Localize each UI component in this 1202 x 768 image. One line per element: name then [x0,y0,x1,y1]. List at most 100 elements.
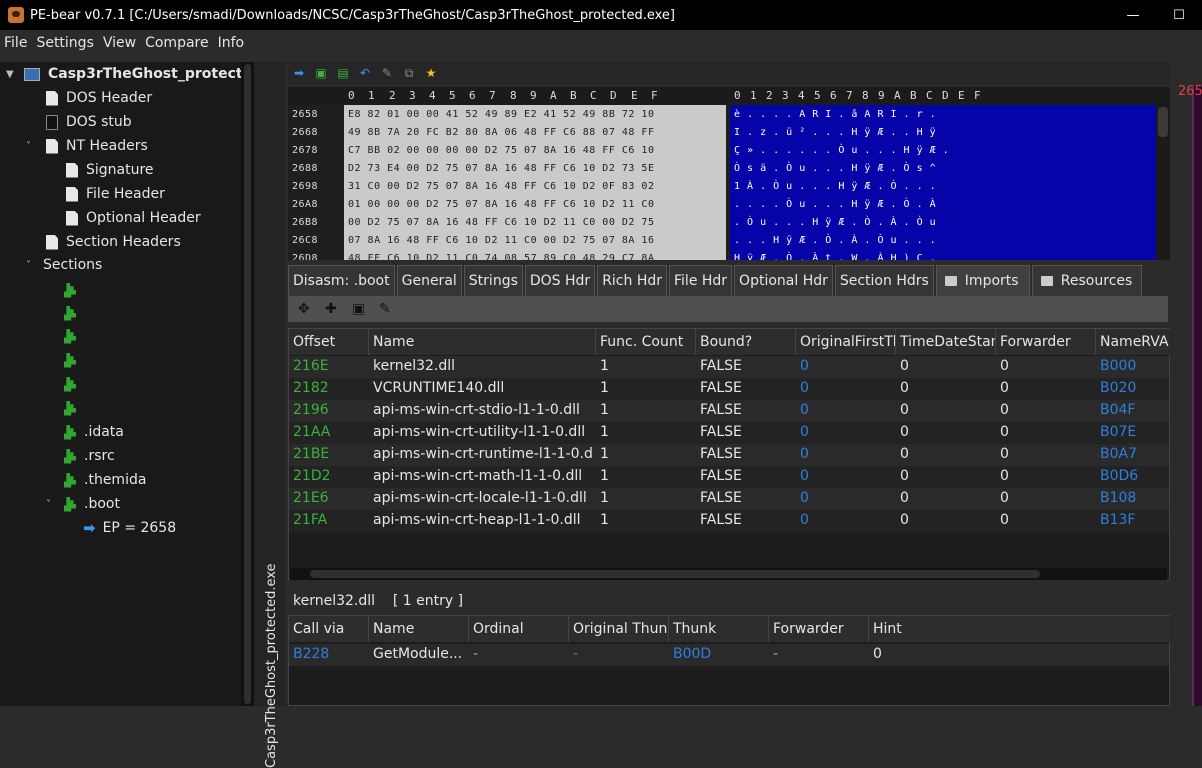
ascii-row[interactable]: è . . . . A R I . â A R I . r . [734,109,936,120]
maximize-button[interactable]: ☐ [1156,0,1202,30]
tab-disasm[interactable]: Disasm: .boot [288,265,395,296]
tree-item-section[interactable] [64,325,84,347]
chevron-down-icon[interactable]: ˅ [26,141,31,152]
table-row[interactable]: 2182 VCRUNTIME140.dll 1 FALSE 0 0 0 B020 [289,378,1169,400]
save-icon[interactable]: ▣ [352,301,379,317]
column-header[interactable]: OriginalFirstThunk [796,329,896,355]
tree-item-idata[interactable]: .idata [64,421,124,443]
hex-byte-row[interactable]: 07 8A 16 48 FF C6 10 D2 11 C0 00 D2 75 0… [348,235,654,246]
column-header[interactable]: Name [369,329,596,355]
ascii-row[interactable]: 1 À . Ò u . . . H ÿ Æ . Ò . . . [734,181,936,192]
ascii-row[interactable]: . . . H ÿ Æ . Ò . À . Ò u . . . [734,235,936,246]
table-row[interactable]: 21FA api-ms-win-crt-heap-l1-1-0.dll 1 FALSE… [289,510,1169,532]
hex-ascii-view[interactable]: è . . . . A R I . â A R I . r . I . z . ü… [730,105,1156,260]
goto-arrow-icon[interactable]: ➡ [288,66,310,80]
menu-view[interactable]: View [99,33,140,57]
column-header[interactable]: Bound? [696,329,796,355]
table-row[interactable]: 21AA api-ms-win-crt-utility-l1-1-0.dll 1 FA… [289,422,1169,444]
hex-byte-row[interactable]: D2 73 E4 00 D2 75 07 8A 16 48 FF C6 10 D… [348,163,654,174]
move-icon[interactable]: ✥ [298,301,325,317]
ascii-row[interactable]: Ç » . . . . . . Ò u . . . H ÿ Æ . [734,145,949,156]
tree-item-boot[interactable]: .boot [64,493,120,515]
tree-item-optional-header[interactable]: Optional Header [66,207,201,229]
chevron-down-icon[interactable]: ˅ [26,260,31,271]
tab-section-hdrs[interactable]: Section Hdrs [834,265,934,296]
tab-optional-hdr[interactable]: Optional Hdr [734,265,833,296]
menu-settings[interactable]: Settings [32,33,97,57]
tree-item-file-header[interactable]: File Header [66,183,165,205]
tree-item-nt-headers[interactable]: NT Headers [46,135,148,157]
chevron-down-icon[interactable]: ▼ [6,69,14,80]
tab-rich-hdr[interactable]: Rich Hdr [597,265,667,296]
tree-item-signature[interactable]: Signature [66,159,154,181]
copy-icon[interactable]: ⧉ [398,66,420,81]
tree-item-section[interactable] [64,397,84,419]
scrollbar-thumb[interactable] [1158,107,1168,137]
column-header[interactable]: Forwarder [996,329,1096,355]
ascii-row[interactable]: . . . . Ò u . . . H ÿ Æ . Ò . À [734,199,936,210]
tree-item-dos-header[interactable]: DOS Header [46,87,152,109]
tree-item-section-headers[interactable]: Section Headers [46,231,181,253]
tree-item-rsrc[interactable]: .rsrc [64,445,115,467]
column-header[interactable]: Func. Count [596,329,696,355]
tree-item-sections[interactable]: Sections [43,254,102,276]
column-header[interactable]: Offset [289,329,369,355]
tree-item-entry-point[interactable]: ➡ EP = 2658 [83,517,176,539]
column-header[interactable]: Ordinal [469,616,569,642]
tree-root-file[interactable]: Casp3rTheGhost_protect... [24,63,259,85]
table-row[interactable]: 21BE api-ms-win-crt-runtime-l1-1-0.dll 1 FA… [289,444,1169,466]
tree-item-dos-stub[interactable]: DOS stub [46,111,132,133]
tree-item-themida[interactable]: .themida [64,469,146,491]
minimize-button[interactable]: — [1110,0,1156,30]
hex-scrollbar[interactable] [1156,87,1170,260]
hex-byte-row[interactable]: 00 D2 75 07 8A 16 48 FF C6 10 D2 11 C0 0… [348,217,654,228]
table-row[interactable]: 21D2 api-ms-win-crt-math-l1-1-0.dll 1 FALSE… [289,466,1169,488]
table-row[interactable]: 21E6 api-ms-win-crt-locale-l1-1-0.dll 1 FAL… [289,488,1169,510]
hex-byte-row[interactable]: C7 BB 02 00 00 00 00 D2 75 07 8A 16 48 F… [348,145,654,156]
table-row[interactable]: 216E kernel32.dll 1 FALSE 0 0 0 B000 [289,356,1169,378]
undo-icon[interactable]: ↶ [354,66,376,80]
column-header[interactable]: Hint [869,616,1171,642]
ascii-row[interactable]: . Ò u . . . H ÿ Æ . Ò . À . Ò u [734,217,936,228]
tree-item-section[interactable] [64,349,84,371]
wand-icon[interactable]: ✎ [379,301,406,317]
tab-imports[interactable]: Imports [935,265,1030,296]
chevron-down-icon[interactable]: ˅ [46,499,51,510]
hex-byte-row[interactable]: 31 C0 00 D2 75 07 8A 16 48 FF C6 10 D2 0… [348,181,654,192]
hex-byte-row[interactable]: 48 FF C6 10 D2 11 C0 74 08 57 89 C0 48 2… [348,253,654,260]
column-header[interactable]: Name [369,616,469,642]
hex-byte-row[interactable]: E8 82 01 00 00 41 52 49 89 E2 41 52 49 8… [348,109,654,120]
column-header[interactable]: NameRVA [1096,329,1171,355]
column-header[interactable]: Thunk [669,616,769,642]
tab-dos-hdr[interactable]: DOS Hdr [524,265,596,296]
tab-resources[interactable]: Resources [1031,265,1142,296]
pin-icon[interactable]: ✎ [376,66,398,80]
menu-compare[interactable]: Compare [141,33,213,57]
tree-item-section[interactable] [64,373,84,395]
table-row[interactable]: 2196 api-ms-win-crt-stdio-l1-1-0.dll 1 FALS… [289,400,1169,422]
column-header[interactable]: Call via [289,616,369,642]
tree-item-section[interactable] [64,279,84,301]
ascii-row[interactable]: I . z . ü ² . . . H ÿ Æ . . H ÿ [734,127,936,138]
import-icon[interactable]: ▣ [310,66,332,80]
hex-byte-row[interactable]: 01 00 00 00 D2 75 07 8A 16 48 FF C6 10 D… [348,199,654,210]
tree-item-section[interactable] [64,302,84,324]
imports-horizontal-scrollbar[interactable] [290,568,1167,580]
scrollbar-thumb[interactable] [244,64,251,704]
ascii-row[interactable]: Ò s ä . Ò u . . . H ÿ Æ . Ò s ^ [734,163,936,174]
export-icon[interactable]: ▤ [332,66,354,80]
menu-info[interactable]: Info [214,33,249,57]
menu-file[interactable]: File [0,33,31,57]
tab-file-hdr[interactable]: File Hdr [669,265,733,296]
star-icon[interactable]: ★ [420,66,442,80]
hex-bytes-view[interactable]: E8 82 01 00 00 41 52 49 89 E2 41 52 49 8… [344,105,726,260]
tree-scrollbar[interactable] [241,62,254,706]
column-header[interactable]: Forwarder [769,616,869,642]
column-header[interactable]: Original Thunk [569,616,669,642]
tab-strings[interactable]: Strings [463,265,523,296]
ascii-row[interactable]: H ÿ Æ . Ò . À t . W . À H ) Ç . [734,253,936,260]
table-row[interactable]: B228 GetModule... - - B00D -0 [289,644,1169,666]
hex-byte-row[interactable]: 49 8B 7A 20 FC B2 80 8A 06 48 FF C6 88 0… [348,127,654,138]
tab-general[interactable]: General [396,265,462,296]
column-header[interactable]: TimeDateStamp [896,329,996,355]
